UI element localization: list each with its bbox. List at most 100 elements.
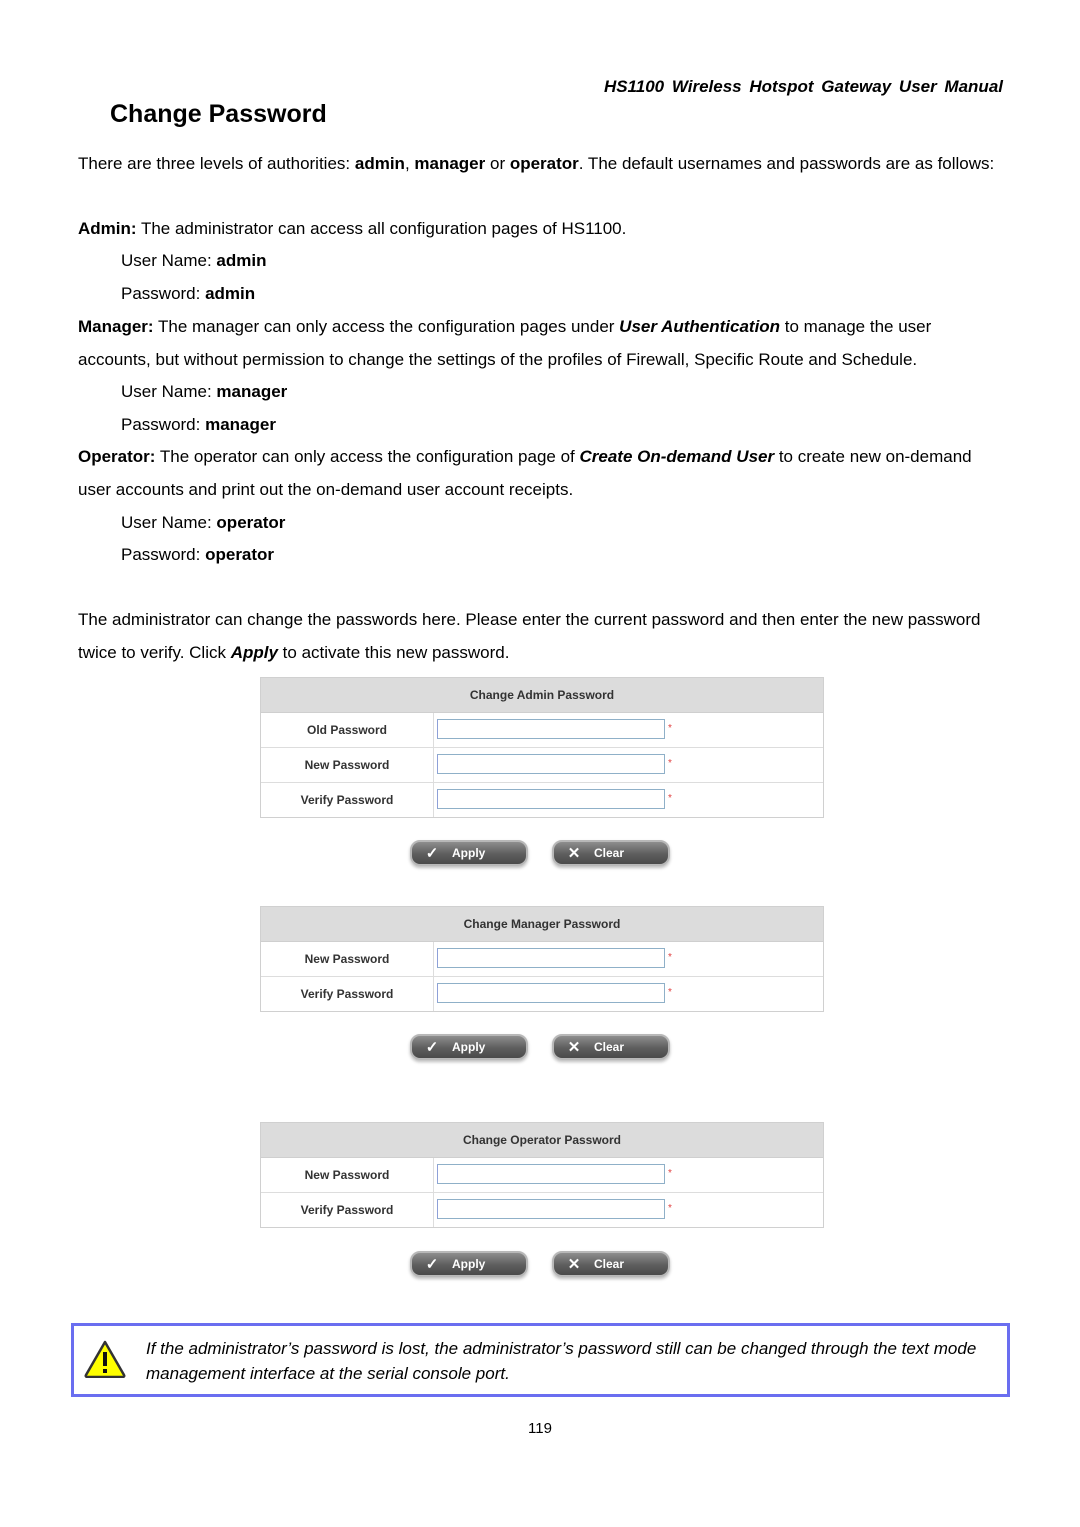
required-mark: * [668, 723, 672, 734]
admin-password-line: Password: admin [121, 278, 255, 311]
form-row-new-password: New Password * [261, 1158, 823, 1193]
verify-password-input[interactable] [437, 1199, 665, 1219]
manager-apply-button[interactable]: ✓ Apply [410, 1034, 528, 1060]
password-value: operator [205, 545, 275, 564]
verify-password-input[interactable] [437, 983, 665, 1003]
x-icon: ✕ [567, 1039, 581, 1056]
role-label: Manager: [78, 317, 154, 336]
instructions-text: The administrator can change the passwor… [78, 610, 981, 662]
required-mark: * [668, 1203, 672, 1214]
admin-description: Admin: The administrator can access all … [78, 213, 1008, 246]
role-operator-term: operator [509, 154, 579, 173]
manager-password-line: Password: manager [121, 409, 276, 442]
role-desc: The administrator can access all configu… [136, 219, 627, 238]
button-label: Apply [452, 1257, 486, 1271]
field-cell: * [434, 783, 823, 817]
operator-apply-button[interactable]: ✓ Apply [410, 1251, 528, 1277]
username-value: manager [216, 382, 288, 401]
field-cell: * [434, 713, 823, 747]
required-mark: * [668, 758, 672, 769]
required-mark: * [668, 793, 672, 804]
instructions-text-end: to activate this new password. [277, 642, 510, 662]
form-row-new-password: New Password * [261, 748, 823, 783]
username-value: admin [216, 251, 267, 270]
password-label: Password: [121, 545, 206, 564]
checkmark-icon: ✓ [425, 1039, 439, 1056]
admin-clear-button[interactable]: ✕ Clear [552, 840, 670, 866]
role-desc-emphasis: User Authentication [619, 317, 781, 336]
username-label: User Name: [121, 513, 217, 532]
change-manager-password-panel: Change Manager Password New Password * V… [260, 906, 824, 1012]
panel-title: Change Admin Password [261, 678, 823, 713]
button-label: Clear [594, 1257, 625, 1271]
username-label: User Name: [121, 382, 217, 401]
field-label: Old Password [261, 713, 434, 747]
instructions-paragraph: The administrator can change the passwor… [78, 604, 1008, 669]
role-desc: The operator can only access the configu… [155, 447, 580, 466]
button-label: Apply [452, 846, 486, 860]
manager-description: Manager: The manager can only access the… [78, 311, 1008, 376]
role-manager-term: manager [414, 154, 486, 173]
operator-password-line: Password: operator [121, 539, 274, 572]
form-row-new-password: New Password * [261, 942, 823, 977]
verify-password-input[interactable] [437, 789, 665, 809]
button-label: Clear [594, 846, 625, 860]
form-row-verify-password: Verify Password * [261, 977, 823, 1011]
note-text: If the administrator’s password is lost,… [146, 1339, 977, 1383]
manager-username-line: User Name: manager [121, 376, 287, 409]
field-cell: * [434, 942, 823, 976]
operator-clear-button[interactable]: ✕ Clear [552, 1251, 670, 1277]
old-password-input[interactable] [437, 719, 665, 739]
password-label: Password: [121, 284, 206, 303]
checkmark-icon: ✓ [425, 1256, 439, 1273]
separator: , [404, 154, 415, 173]
role-desc: The manager can only access the configur… [153, 317, 620, 336]
field-cell: * [434, 977, 823, 1011]
intro-text-end: . The default usernames and passwords ar… [578, 154, 995, 173]
new-password-input[interactable] [437, 754, 665, 774]
page-number: 119 [528, 1420, 552, 1437]
new-password-input[interactable] [437, 948, 665, 968]
x-icon: ✕ [567, 845, 581, 862]
required-mark: * [668, 952, 672, 963]
operator-username-line: User Name: operator [121, 507, 285, 540]
field-cell: * [434, 1193, 823, 1227]
form-row-verify-password: Verify Password * [261, 783, 823, 817]
page-title: Change Password [110, 100, 327, 128]
panel-title: Change Operator Password [261, 1123, 823, 1158]
change-admin-password-panel: Change Admin Password Old Password * New… [260, 677, 824, 818]
panel-title: Change Manager Password [261, 907, 823, 942]
change-operator-password-panel: Change Operator Password New Password * … [260, 1122, 824, 1228]
running-header: HS1100 Wireless Hotspot Gateway User Man… [603, 77, 1003, 96]
field-label: New Password [261, 942, 434, 976]
warning-icon [84, 1340, 126, 1378]
field-cell: * [434, 748, 823, 782]
password-value: admin [205, 284, 256, 303]
apply-emphasis: Apply [230, 642, 278, 662]
role-label: Operator: [78, 447, 156, 466]
required-mark: * [668, 987, 672, 998]
field-label: New Password [261, 748, 434, 782]
field-label: Verify Password [261, 1193, 434, 1227]
operator-description: Operator: The operator can only access t… [78, 441, 1008, 506]
field-cell: * [434, 1158, 823, 1192]
note-box: If the administrator’s password is lost,… [71, 1323, 1010, 1397]
form-row-old-password: Old Password * [261, 713, 823, 748]
required-mark: * [668, 1168, 672, 1179]
separator: or [485, 154, 510, 173]
role-admin-term: admin [354, 154, 405, 173]
intro-paragraph: There are three levels of authorities: a… [78, 148, 1008, 181]
new-password-input[interactable] [437, 1164, 665, 1184]
manager-clear-button[interactable]: ✕ Clear [552, 1034, 670, 1060]
password-label: Password: [121, 415, 206, 434]
username-value: operator [216, 513, 286, 532]
role-label: Admin: [78, 219, 137, 238]
field-label: New Password [261, 1158, 434, 1192]
form-row-verify-password: Verify Password * [261, 1193, 823, 1227]
admin-apply-button[interactable]: ✓ Apply [410, 840, 528, 866]
checkmark-icon: ✓ [425, 845, 439, 862]
admin-username-line: User Name: admin [121, 245, 266, 278]
role-desc-emphasis: Create On-demand User [579, 447, 775, 466]
field-label: Verify Password [261, 977, 434, 1011]
password-value: manager [205, 415, 276, 434]
